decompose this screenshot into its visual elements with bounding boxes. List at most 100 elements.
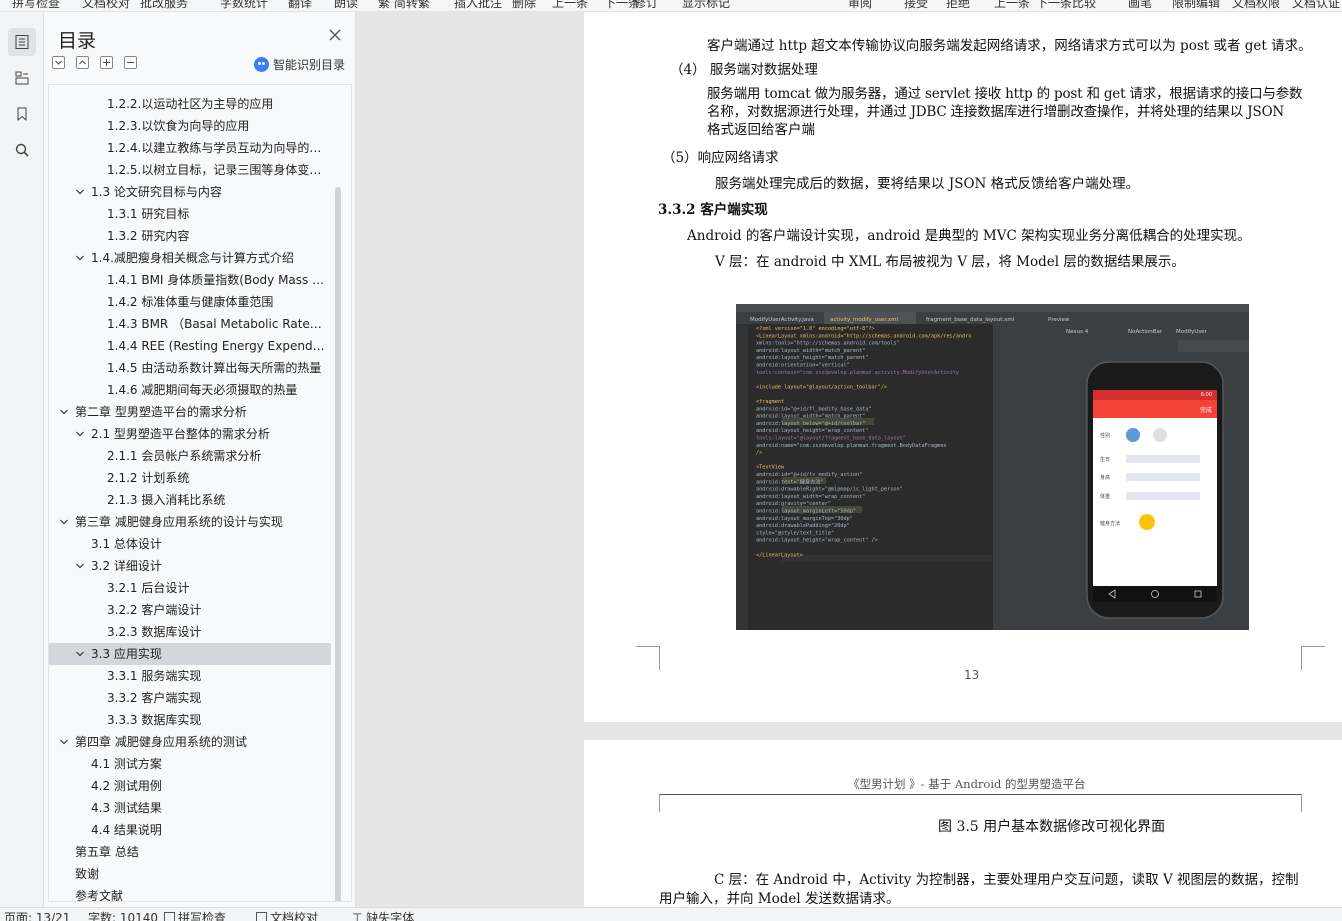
ribbon-item[interactable]: 画笔 bbox=[1128, 0, 1152, 11]
ribbon-item[interactable]: 文档权限 bbox=[1232, 0, 1280, 11]
chevron-down-icon[interactable] bbox=[75, 423, 87, 445]
ribbon-item[interactable]: 限制编辑 bbox=[1172, 0, 1220, 11]
ribbon-item[interactable]: 接受 bbox=[904, 0, 928, 11]
toc-item[interactable]: 1.4.5 由活动系数计算出每天所需的热量 bbox=[49, 357, 331, 379]
toc-item[interactable]: 1.2.5.以树立目标，记录三围等身体变化为主导的应用 bbox=[49, 159, 331, 181]
toc-item[interactable]: 3.3.1 服务端实现 bbox=[49, 665, 331, 687]
toc-item[interactable]: 1.3 论文研究目标与内容 bbox=[49, 181, 331, 203]
ribbon-item[interactable]: 文档校对 bbox=[82, 0, 130, 11]
code-line: android:layout_height="match_parent" bbox=[756, 355, 868, 361]
toc-icon[interactable] bbox=[8, 28, 36, 56]
smart-toc-button[interactable]: 智能识别目录 bbox=[254, 56, 345, 73]
ribbon-item[interactable]: 拒绝 bbox=[946, 0, 970, 11]
toc-item[interactable]: 参考文献 bbox=[49, 885, 331, 901]
toc-item[interactable]: 3.2.3 数据库设计 bbox=[49, 621, 331, 643]
toc-item[interactable]: 1.2.4.以建立教练与学员互动为向导的应用 bbox=[49, 137, 331, 159]
toc-item[interactable]: 第四章 减肥健身应用系统的测试 bbox=[49, 731, 331, 753]
collapse-all-icon[interactable] bbox=[52, 56, 65, 69]
word-count[interactable]: 字数: 10140 bbox=[88, 909, 158, 921]
toc-item[interactable]: 4.3 测试结果 bbox=[49, 797, 331, 819]
ribbon-item[interactable]: 字数统计 bbox=[220, 0, 268, 11]
chevron-down-icon[interactable] bbox=[75, 555, 87, 577]
toc-item-label: 1.3.1 研究目标 bbox=[107, 207, 190, 221]
ribbon-item[interactable]: 上一条 bbox=[552, 0, 588, 11]
toc-item[interactable]: 3.1 总体设计 bbox=[49, 533, 331, 555]
ribbon-item[interactable]: 上一条 bbox=[994, 0, 1030, 11]
toc-item[interactable]: 1.2.2.以运动社区为主导的应用 bbox=[49, 93, 331, 115]
toc-item[interactable]: 1.4.3 BMR （Basal Metabolic Rate）基础代谢率 bbox=[49, 313, 331, 335]
body-line: 名称，对数据源进行处理，并通过 JDBC 连接数据库进行增删改查操作，并将处理的… bbox=[707, 104, 1285, 120]
add-heading-icon[interactable] bbox=[100, 56, 113, 69]
toc-item[interactable]: 3.3.3 数据库实现 bbox=[49, 709, 331, 731]
ribbon-item[interactable]: 审阅 bbox=[848, 0, 872, 11]
ribbon-item[interactable]: 插入批注 bbox=[454, 0, 502, 11]
toc-item-label: 3.2.1 后台设计 bbox=[107, 581, 190, 595]
body-line: V 层：在 android 中 XML 布局被视为 V 层，将 Model 层的… bbox=[715, 254, 1185, 270]
toc-item[interactable]: 第五章 总结 bbox=[49, 841, 331, 863]
toc-item[interactable]: 4.1 测试方案 bbox=[49, 753, 331, 775]
toc-item[interactable]: 致谢 bbox=[49, 863, 331, 885]
toc-item[interactable]: 1.2.3.以饮食为向导的应用 bbox=[49, 115, 331, 137]
toc-item[interactable]: 1.4.减肥瘦身相关概念与计算方式介绍 bbox=[49, 247, 331, 269]
search-icon[interactable] bbox=[8, 136, 36, 164]
toc-item[interactable]: 1.4.4 REE (Resting Energy Expenditure) 静… bbox=[49, 335, 331, 357]
toc-item[interactable]: 4.2 测试用例 bbox=[49, 775, 331, 797]
code-line: android:layout_width="wrap_content" bbox=[756, 494, 865, 500]
toc-item-label: 3.2 详细设计 bbox=[91, 559, 162, 573]
section-heading: 3.3.2 客户端实现 bbox=[658, 202, 768, 218]
pages-icon[interactable] bbox=[8, 64, 36, 92]
ribbon-item[interactable]: 比较 bbox=[1072, 0, 1096, 11]
toc-item[interactable]: 1.4.2 标准体重与健康体重范围 bbox=[49, 291, 331, 313]
male-avatar-icon bbox=[1126, 428, 1140, 442]
close-icon[interactable] bbox=[328, 28, 344, 44]
toc-item[interactable]: 2.1.2 计划系统 bbox=[49, 467, 331, 489]
code-line: android:layout_height="wrap_content" bbox=[756, 428, 868, 434]
ribbon-item[interactable]: 删除 bbox=[512, 0, 536, 11]
chevron-down-icon[interactable] bbox=[75, 247, 87, 269]
ribbon-item[interactable]: 修订 bbox=[634, 0, 658, 11]
chevron-down-icon[interactable] bbox=[59, 731, 71, 753]
toc-item[interactable]: 3.2 详细设计 bbox=[49, 555, 331, 577]
ribbon-item[interactable]: 朗读 bbox=[334, 0, 358, 11]
toc-item[interactable]: 3.2.2 客户端设计 bbox=[49, 599, 331, 621]
toc-item[interactable]: 第三章 减肥健身应用系统的设计与实现 bbox=[49, 511, 331, 533]
proofread-toggle[interactable]: 文档校对 bbox=[256, 909, 318, 921]
toc-item[interactable]: 1.3.2 研究内容 bbox=[49, 225, 331, 247]
toc-item[interactable]: 2.1.1 会员帐户系统需求分析 bbox=[49, 445, 331, 467]
ribbon-item[interactable]: 下一条 bbox=[1036, 0, 1072, 11]
toc-item[interactable]: 第二章 型男塑造平台的需求分析 bbox=[49, 401, 331, 423]
missing-font-button[interactable]: ⊤ 缺失字体 bbox=[352, 909, 414, 921]
toc-item[interactable]: 2.1.3 摄入消耗比系统 bbox=[49, 489, 331, 511]
toc-item[interactable]: 3.3 应用实现 bbox=[49, 643, 331, 665]
page-indicator[interactable]: 页面: 13/21 bbox=[4, 909, 70, 921]
toc-item-label: 3.3.3 数据库实现 bbox=[107, 713, 202, 727]
toc-item[interactable]: 1.4.6 减肥期间每天必须摄取的热量 bbox=[49, 379, 331, 401]
expand-all-icon[interactable] bbox=[76, 56, 89, 69]
toc-item[interactable]: 2.1 型男塑造平台整体的需求分析 bbox=[49, 423, 331, 445]
toc-item[interactable]: 3.2.1 后台设计 bbox=[49, 577, 331, 599]
phone-field-label: 性别 bbox=[1100, 432, 1110, 439]
ribbon-item[interactable]: 翻译 bbox=[288, 0, 312, 11]
ribbon-item[interactable]: 批改服务 bbox=[140, 0, 188, 11]
ribbon-item[interactable]: 繁 简转繁 bbox=[378, 0, 430, 11]
toc-item-label: 第五章 总结 bbox=[75, 845, 139, 859]
missing-font-label: 缺失字体 bbox=[366, 911, 415, 921]
ribbon-item[interactable]: 文档认证 bbox=[1292, 0, 1340, 11]
figure-android-studio-screenshot: ModifyUserActivity.java activity_modify_u… bbox=[736, 304, 1249, 630]
toc-item[interactable]: 3.3.2 客户端实现 bbox=[49, 687, 331, 709]
toc-item[interactable]: 4.4 结果说明 bbox=[49, 819, 331, 841]
remove-heading-icon[interactable] bbox=[124, 56, 137, 69]
bookmark-icon[interactable] bbox=[8, 100, 36, 128]
toc-item[interactable]: 1.4.1 BMI 身体质量指数(Body Mass Index) bbox=[49, 269, 331, 291]
chevron-down-icon[interactable] bbox=[75, 643, 87, 665]
ide-toolbar-item: ModifyUser bbox=[1176, 329, 1207, 335]
chevron-down-icon[interactable] bbox=[59, 511, 71, 533]
chevron-down-icon[interactable] bbox=[75, 181, 87, 203]
ribbon-item[interactable]: 拼写检查 bbox=[12, 0, 60, 11]
spell-check-toggle[interactable]: 拼写检查 bbox=[164, 909, 226, 921]
toc-scrollbar[interactable] bbox=[335, 187, 341, 901]
toc-item[interactable]: 1.3.1 研究目标 bbox=[49, 203, 331, 225]
chevron-down-icon[interactable] bbox=[59, 401, 71, 423]
ribbon-item[interactable]: 显示标记 bbox=[682, 0, 730, 11]
page-corner-mark bbox=[1301, 646, 1325, 670]
